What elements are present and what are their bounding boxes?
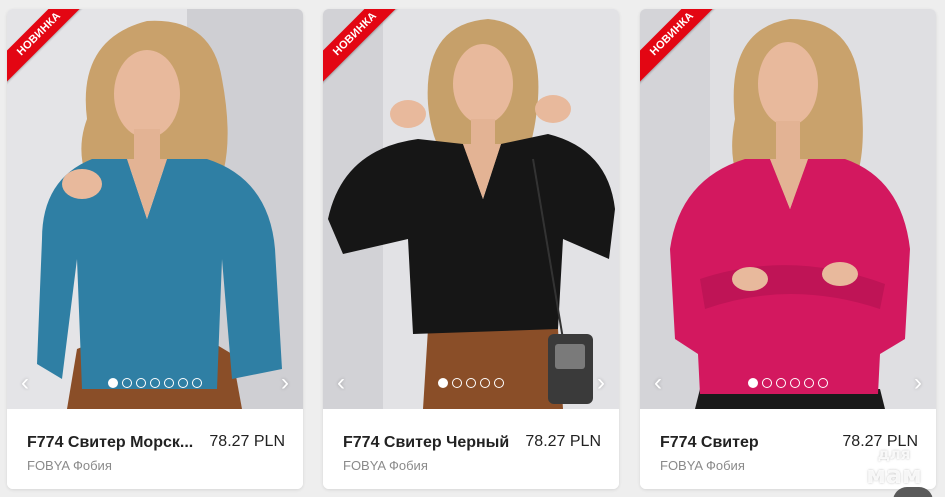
product-price: 78.27 PLN: [525, 433, 601, 450]
carousel-dots: [7, 378, 303, 388]
carousel-dot[interactable]: [790, 378, 800, 388]
product-brand[interactable]: FOBYA Фобия: [27, 458, 112, 473]
carousel-dots: [323, 378, 619, 388]
carousel-dot[interactable]: [818, 378, 828, 388]
product-info[interactable]: F774 Свитер Черный 78.27 PLN FOBYA Фобия: [323, 409, 619, 489]
product-card[interactable]: НОВИНКА ‹ › F774 Свитер Морск... 78.27 P…: [7, 9, 303, 489]
carousel-dot[interactable]: [136, 378, 146, 388]
product-name[interactable]: F774 Свитер: [660, 434, 830, 452]
product-photo[interactable]: НОВИНКА ‹ ›: [323, 9, 619, 409]
carousel-dot[interactable]: [122, 378, 132, 388]
chevron-right-icon[interactable]: ›: [273, 371, 297, 395]
product-name[interactable]: F774 Свитер Черный: [343, 434, 513, 452]
carousel-dot[interactable]: [108, 378, 118, 388]
watermark-line-1: для: [877, 445, 911, 463]
carousel-dot[interactable]: [164, 378, 174, 388]
model-photo-illustration: [7, 9, 303, 409]
carousel-dot[interactable]: [438, 378, 448, 388]
chevron-right-icon[interactable]: ›: [589, 371, 613, 395]
model-photo-illustration: [323, 9, 619, 409]
product-name[interactable]: F774 Свитер Морск...: [27, 434, 197, 452]
carousel-dot[interactable]: [452, 378, 462, 388]
carousel-dot[interactable]: [762, 378, 772, 388]
carousel-dot[interactable]: [466, 378, 476, 388]
product-card[interactable]: НОВИНКА ‹ › F774 Свитер 78.27 PLN FOBYA …: [640, 9, 936, 489]
carousel-dot[interactable]: [804, 378, 814, 388]
chevron-right-icon[interactable]: ›: [906, 371, 930, 395]
carousel-dot[interactable]: [178, 378, 188, 388]
product-info[interactable]: F774 Свитер Морск... 78.27 PLN FOBYA Фоб…: [7, 409, 303, 489]
carousel-dot[interactable]: [494, 378, 504, 388]
product-brand[interactable]: FOBYA Фобия: [343, 458, 428, 473]
product-grid: НОВИНКА ‹ › F774 Свитер Морск... 78.27 P…: [0, 0, 945, 497]
product-photo[interactable]: НОВИНКА ‹ ›: [7, 9, 303, 409]
product-brand[interactable]: FOBYA Фобия: [660, 458, 745, 473]
product-price: 78.27 PLN: [209, 433, 285, 450]
carousel-dot[interactable]: [748, 378, 758, 388]
carousel-dot[interactable]: [480, 378, 490, 388]
product-photo[interactable]: НОВИНКА ‹ ›: [640, 9, 936, 409]
watermark-line-2: мам: [866, 461, 922, 489]
carousel-dot[interactable]: [192, 378, 202, 388]
carousel-dot[interactable]: [150, 378, 160, 388]
carousel-dot[interactable]: [776, 378, 786, 388]
model-photo-illustration: [640, 9, 936, 409]
product-card[interactable]: НОВИНКА ‹ › F774 Свитер Черный 78.27 PLN…: [323, 9, 619, 489]
carousel-dots: [640, 378, 936, 388]
site-watermark: для мам: [854, 446, 934, 492]
